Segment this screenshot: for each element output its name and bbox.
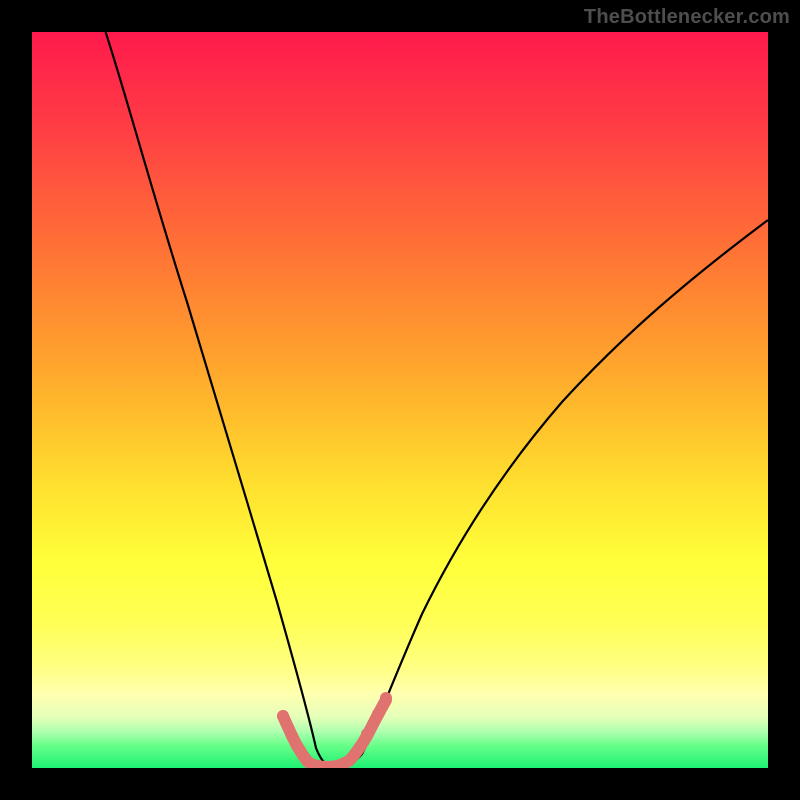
pink-bead-icon	[361, 728, 373, 740]
pink-bead-icon	[277, 710, 289, 722]
watermark-text: TheBottlenecker.com	[584, 6, 790, 29]
pink-bead-icon	[372, 708, 384, 720]
pink-bead-icon	[286, 730, 298, 742]
bottleneck-curve	[106, 32, 768, 767]
pink-bead-icon	[380, 692, 392, 704]
plot-area	[32, 32, 768, 768]
curve-layer	[32, 32, 768, 768]
chart-frame: TheBottlenecker.com	[0, 0, 800, 800]
